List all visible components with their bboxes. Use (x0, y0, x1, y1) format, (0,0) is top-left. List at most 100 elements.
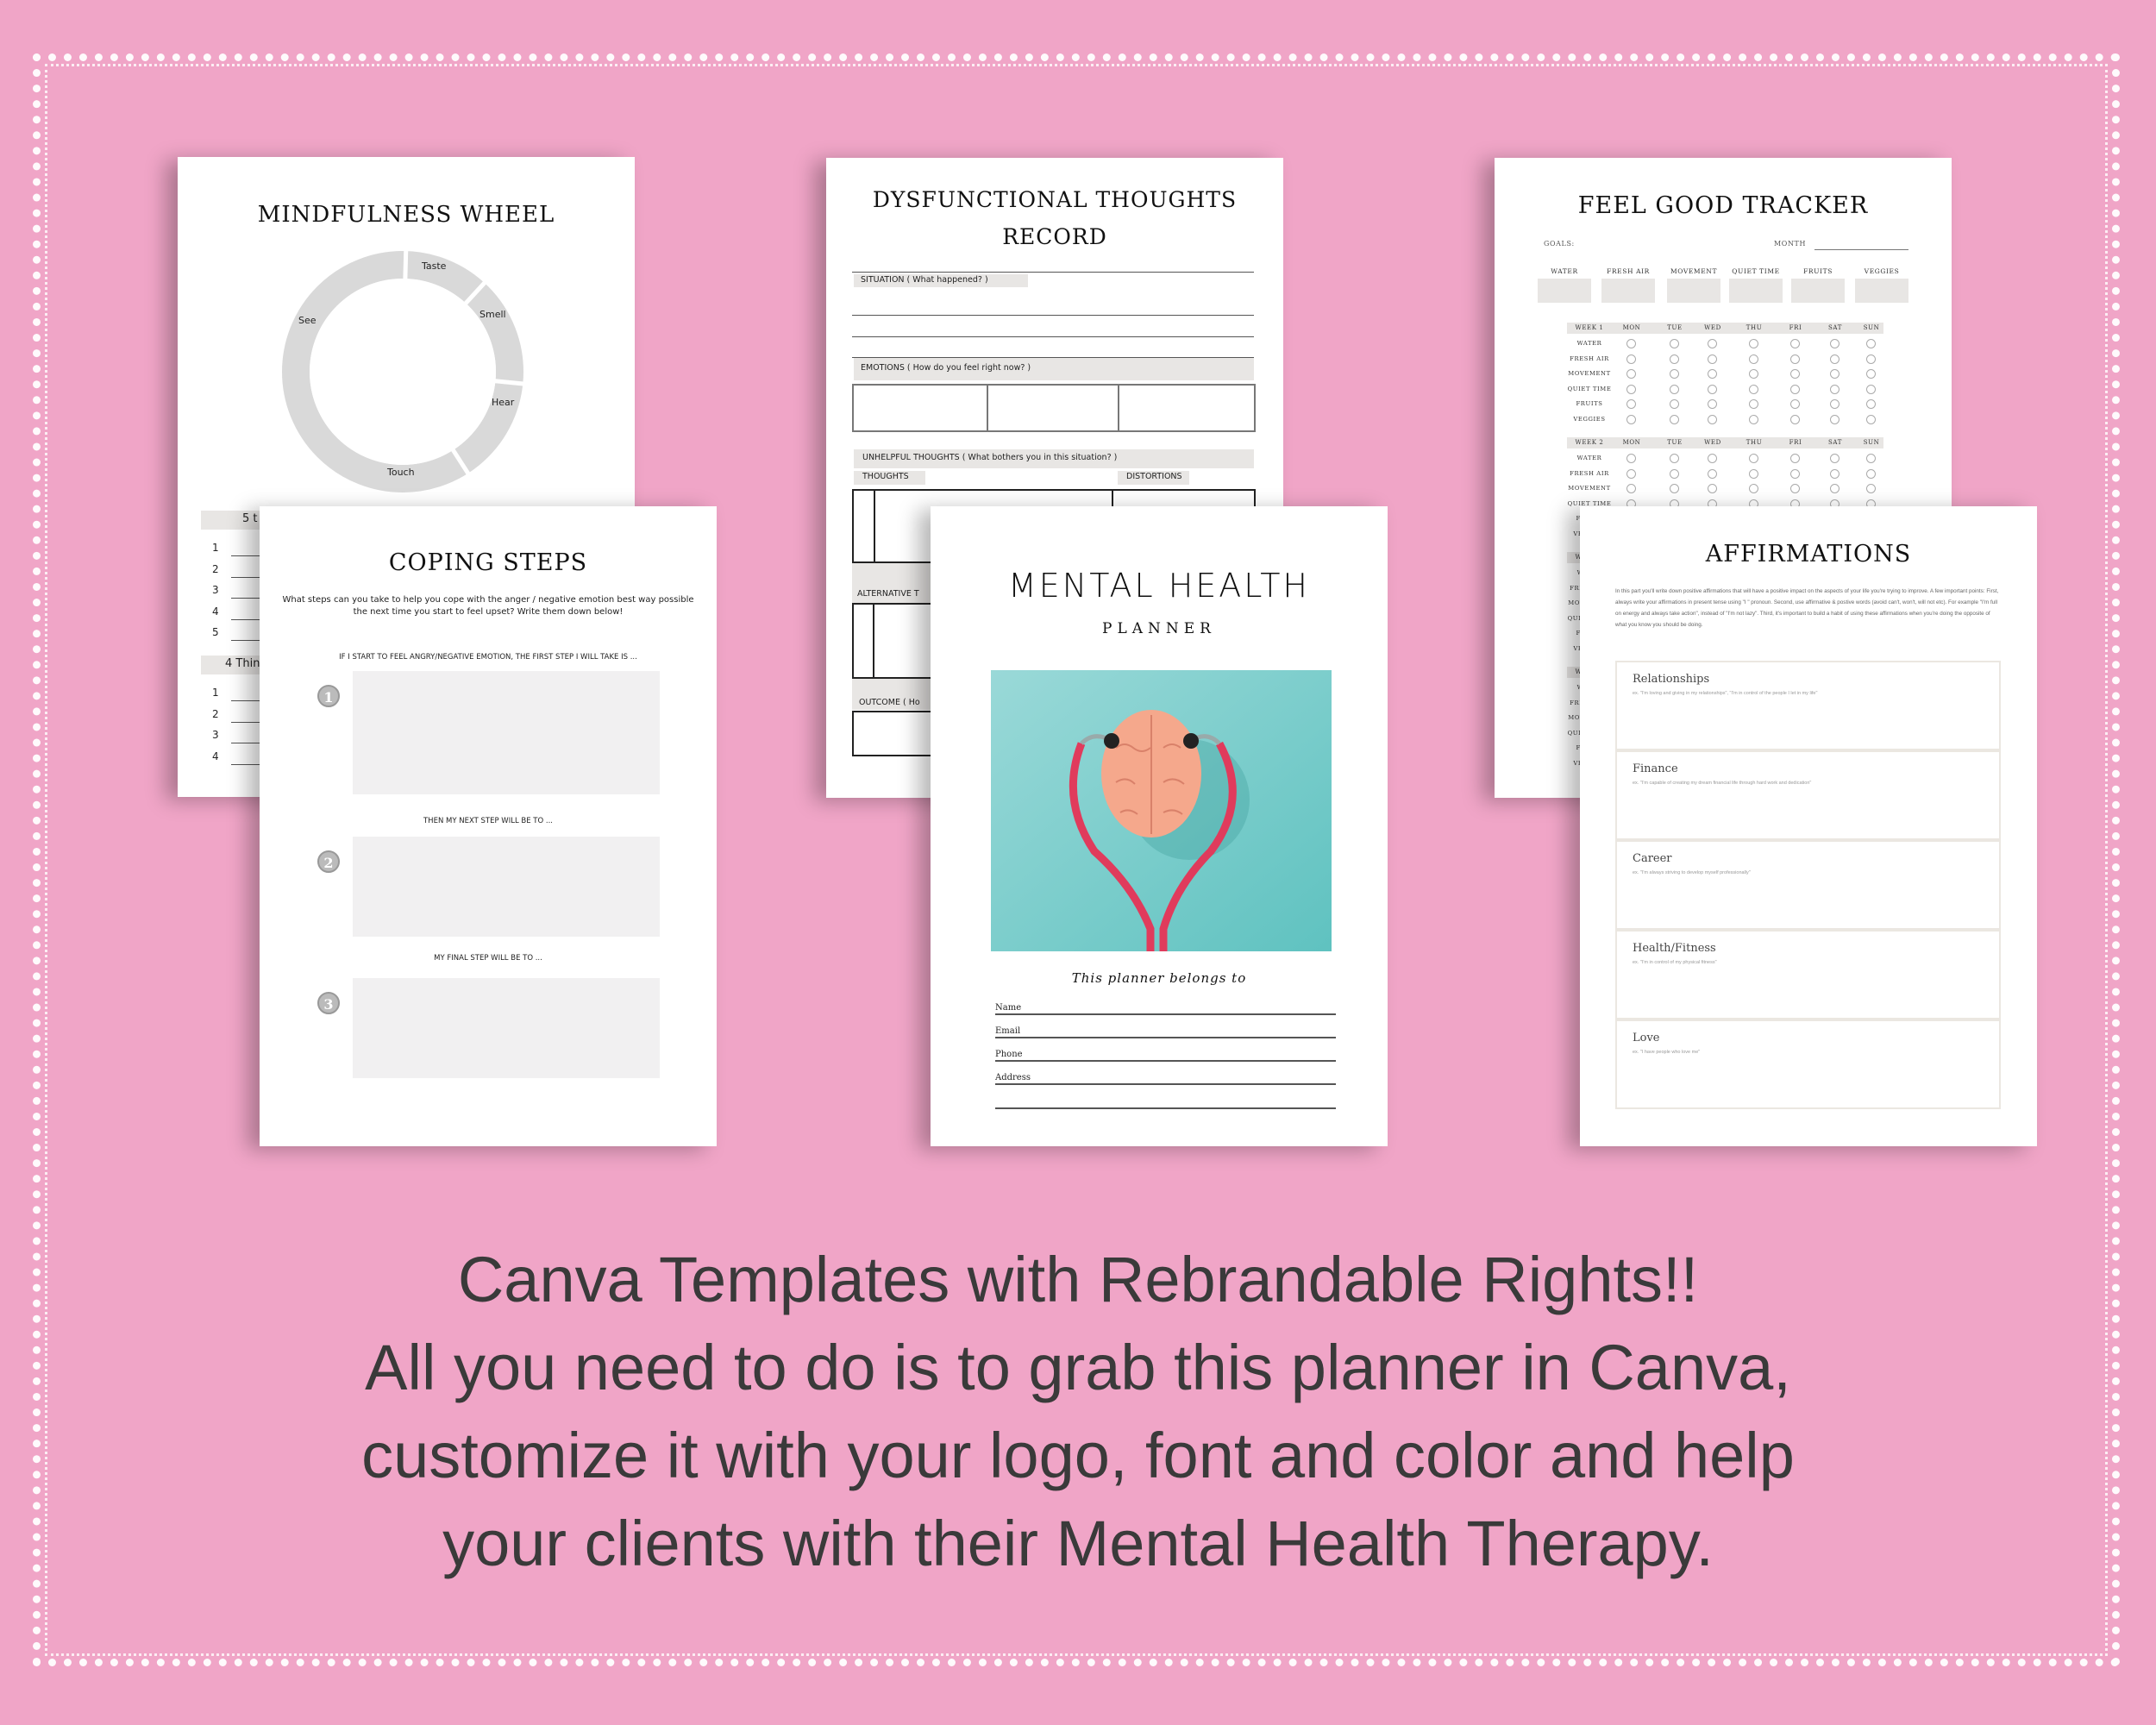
habit-checkbox[interactable] (1670, 454, 1679, 463)
list-number: 3 (212, 729, 219, 741)
habit-checkbox[interactable] (1626, 414, 1636, 424)
habit-checkbox[interactable] (1670, 399, 1679, 409)
habit-checkbox[interactable] (1670, 484, 1679, 493)
habit-checkbox[interactable] (1708, 468, 1717, 479)
habit-checkbox[interactable] (1749, 339, 1758, 348)
habit-checkbox[interactable] (1790, 414, 1800, 424)
habit-checkbox[interactable] (1708, 414, 1717, 424)
affirmation-section[interactable]: Love ex. "I have people who love me" (1615, 1019, 2001, 1109)
caption-line: Canva Templates with Rebrandable Rights!… (457, 1244, 1699, 1315)
habit-checkbox[interactable] (1830, 354, 1839, 364)
habit-checkbox[interactable] (1830, 414, 1839, 424)
habit-checkbox[interactable] (1830, 369, 1839, 379)
day-label: MON (1622, 439, 1641, 446)
habit-checkbox[interactable] (1749, 468, 1758, 479)
habit-checkbox[interactable] (1708, 484, 1717, 493)
habit-checkbox[interactable] (1749, 369, 1758, 379)
habit-checkbox[interactable] (1830, 484, 1839, 493)
habit-checkbox[interactable] (1708, 454, 1717, 463)
habit-checkbox[interactable] (1749, 354, 1758, 364)
goal-box[interactable] (1855, 279, 1908, 303)
habit-checkbox[interactable] (1749, 414, 1758, 424)
habit-checkbox[interactable] (1866, 354, 1876, 364)
habit-checkbox[interactable] (1790, 339, 1800, 348)
step-answer-box[interactable] (353, 671, 660, 794)
habit-checkbox[interactable] (1708, 354, 1717, 364)
habit-checkbox[interactable] (1708, 339, 1717, 348)
habit-checkbox[interactable] (1830, 399, 1839, 409)
habit-checkbox[interactable] (1626, 339, 1636, 348)
habit-checkbox[interactable] (1626, 454, 1636, 463)
habit-checkbox[interactable] (1670, 369, 1679, 379)
habit-checkbox[interactable] (1830, 384, 1839, 394)
goal-box[interactable] (1791, 279, 1845, 303)
habit-checkbox[interactable] (1866, 369, 1876, 379)
address-field[interactable]: Address (995, 1073, 1336, 1085)
habit-checkbox[interactable] (1626, 354, 1636, 364)
habit-checkbox[interactable] (1670, 354, 1679, 364)
day-label: SUN (1863, 439, 1880, 446)
habit-checkbox[interactable] (1830, 468, 1839, 479)
goal-box[interactable] (1538, 279, 1591, 303)
step-answer-box[interactable] (353, 978, 660, 1078)
habit-checkbox[interactable] (1830, 339, 1839, 348)
goal-box[interactable] (1601, 279, 1655, 303)
list-number: 4 (212, 605, 219, 618)
habit-checkbox[interactable] (1708, 384, 1717, 394)
habit-checkbox[interactable] (1708, 399, 1717, 409)
affirmation-section[interactable]: Relationships ex. "I'm loving and giving … (1615, 661, 2001, 750)
habit-checkbox[interactable] (1626, 384, 1636, 394)
habit-checkbox[interactable] (1626, 468, 1636, 479)
address-line-2[interactable] (995, 1097, 1336, 1109)
affirmation-section[interactable]: Career ex. "I'm always striving to develo… (1615, 840, 2001, 930)
phone-field[interactable]: Phone (995, 1050, 1336, 1062)
day-label: WED (1704, 324, 1721, 331)
day-label: FRI (1789, 439, 1802, 446)
habit-checkbox[interactable] (1866, 399, 1876, 409)
habit-checkbox[interactable] (1708, 369, 1717, 379)
habit-checkbox[interactable] (1790, 399, 1800, 409)
habit-checkbox[interactable] (1749, 484, 1758, 493)
habit-checkbox[interactable] (1749, 384, 1758, 394)
habit-checkbox[interactable] (1830, 454, 1839, 463)
habit-checkbox[interactable] (1749, 454, 1758, 463)
habit-checkbox[interactable] (1866, 454, 1876, 463)
habit-checkbox[interactable] (1866, 468, 1876, 479)
goal-label: QUIET TIME (1732, 267, 1780, 275)
section-title: Finance (1633, 762, 1678, 775)
habit-label: FRUITS (1576, 400, 1603, 407)
list-number: 5 (212, 626, 219, 638)
goal-box[interactable] (1667, 279, 1720, 303)
habit-checkbox[interactable] (1866, 384, 1876, 394)
habit-checkbox[interactable] (1866, 414, 1876, 424)
column-label: THOUGHTS (862, 472, 909, 481)
habit-checkbox[interactable] (1790, 468, 1800, 479)
field-label: Address (995, 1073, 1031, 1082)
habit-checkbox[interactable] (1749, 399, 1758, 409)
habit-checkbox[interactable] (1670, 468, 1679, 479)
habit-checkbox[interactable] (1790, 454, 1800, 463)
habit-checkbox[interactable] (1626, 399, 1636, 409)
habit-checkbox[interactable] (1626, 484, 1636, 493)
week-label: WEEK 1 (1575, 324, 1604, 331)
habit-checkbox[interactable] (1790, 354, 1800, 364)
habit-checkbox[interactable] (1626, 369, 1636, 379)
section-example: ex. "I'm loving and giving in my relatio… (1633, 691, 1818, 696)
name-field[interactable]: Name (995, 1003, 1336, 1015)
habit-checkbox[interactable] (1670, 414, 1679, 424)
section-example: ex. "I'm capable of creating my dream fi… (1633, 781, 1812, 786)
habit-checkbox[interactable] (1790, 369, 1800, 379)
email-field[interactable]: Email (995, 1026, 1336, 1038)
habit-checkbox[interactable] (1790, 384, 1800, 394)
habit-checkbox[interactable] (1670, 384, 1679, 394)
affirmation-section[interactable]: Health/Fitness ex. "I'm in control of my … (1615, 930, 2001, 1019)
affirmation-section[interactable]: Finance ex. "I'm capable of creating my d… (1615, 750, 2001, 840)
goal-box[interactable] (1729, 279, 1783, 303)
habit-checkbox[interactable] (1790, 484, 1800, 493)
habit-checkbox[interactable] (1866, 484, 1876, 493)
habit-checkbox[interactable] (1866, 339, 1876, 348)
section-title: Health/Fitness (1633, 942, 1716, 955)
habit-checkbox[interactable] (1670, 339, 1679, 348)
step-answer-box[interactable] (353, 837, 660, 937)
mindfulness-wheel (282, 242, 532, 494)
